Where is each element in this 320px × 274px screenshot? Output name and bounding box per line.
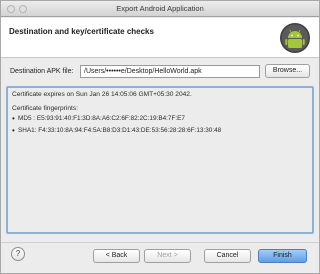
- next-button[interactable]: Next >: [144, 249, 191, 263]
- back-button[interactable]: < Back: [93, 249, 140, 263]
- minimize-window-icon[interactable]: [19, 5, 27, 13]
- title-bar: Export Android Application: [1, 1, 319, 17]
- fingerprint-sha1: SHA1: F4:33:10:8A:94:F4:5A:B8:D3:D1:43:D…: [12, 125, 308, 137]
- cancel-button[interactable]: Cancel: [204, 249, 251, 263]
- close-window-icon[interactable]: [7, 5, 15, 13]
- export-dialog-window: Export Android Application Destination a…: [0, 0, 320, 274]
- fingerprint-md5: MD5 : E5:93:91:40:F1:3D:8A:A6:C2:6F:82:2…: [12, 113, 308, 125]
- browse-button[interactable]: Browse...: [265, 64, 310, 78]
- window-title: Export Android Application: [116, 4, 204, 13]
- wizard-page-title: Destination and key/certificate checks: [9, 27, 154, 36]
- finish-button[interactable]: Finish: [258, 249, 307, 263]
- fingerprints-label: Certificate fingerprints:: [12, 105, 78, 112]
- footer-divider: [1, 242, 319, 243]
- apk-destination-label: Destination APK file:: [10, 68, 74, 75]
- fingerprint-list: MD5 : E5:93:91:40:F1:3D:8A:A6:C2:6F:82:2…: [12, 113, 308, 137]
- wizard-header: Destination and key/certificate checks: [1, 18, 319, 58]
- apk-destination-field[interactable]: /Users/••••••e/Desktop/HelloWorld.apk: [80, 65, 260, 78]
- certificate-info-panel: Certificate expires on Sun Jan 26 14:05:…: [6, 86, 314, 234]
- certificate-expiry-text: Certificate expires on Sun Jan 26 14:05:…: [12, 91, 192, 98]
- android-icon: [280, 23, 310, 53]
- help-button[interactable]: ?: [11, 247, 25, 261]
